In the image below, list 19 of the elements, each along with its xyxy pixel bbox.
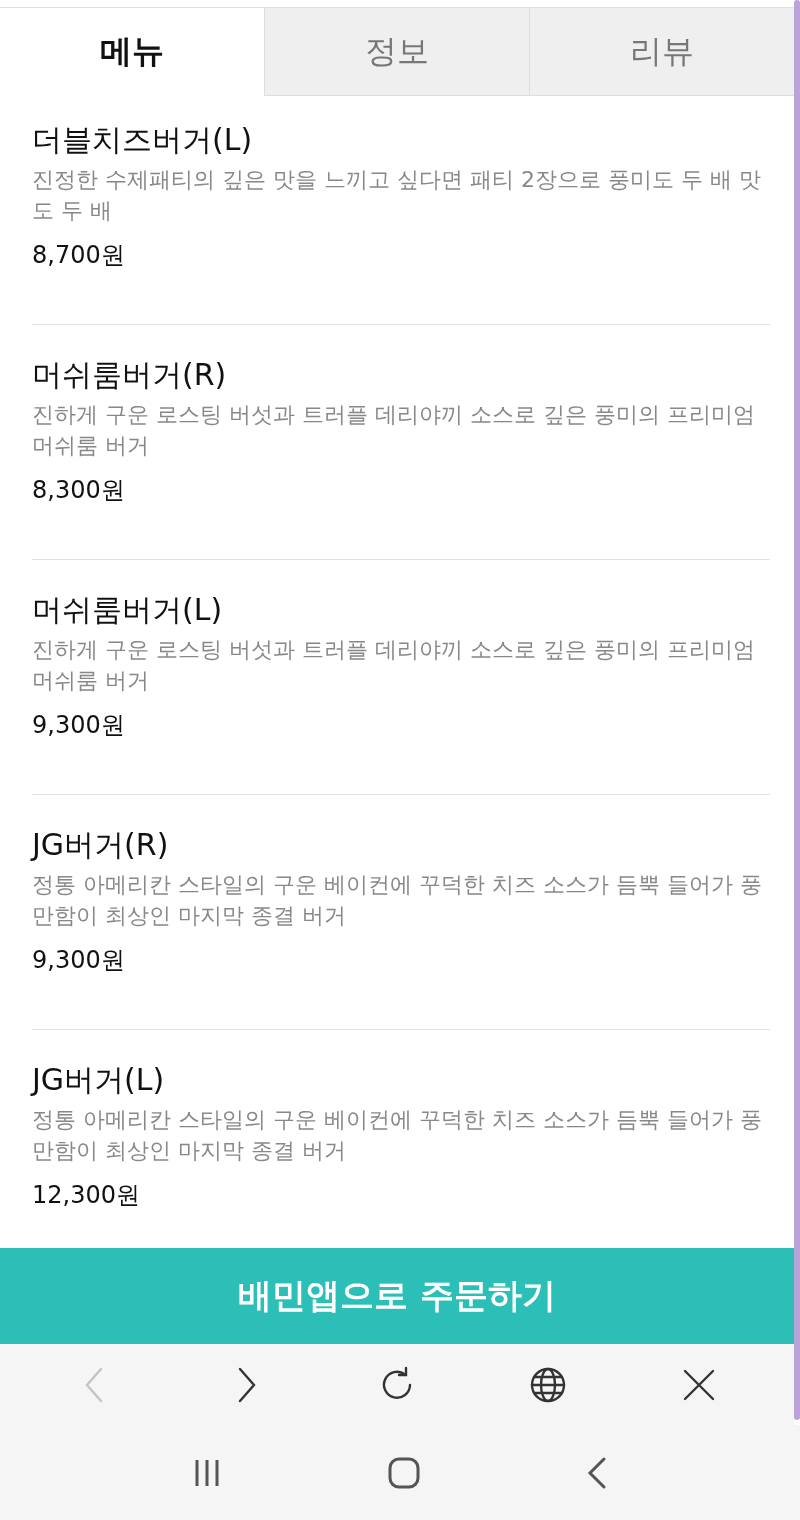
menu-item-description: 정통 아메리칸 스타일의 구운 베이컨에 꾸덕한 치즈 소스가 듬뿍 들어가 풍만함이 최상인 마지막 종결 버거	[32, 871, 763, 930]
back-icon[interactable]	[585, 1455, 608, 1490]
menu-item-price: 8,300원	[32, 475, 126, 506]
menu-item-description: 정통 아메리칸 스타일의 구운 베이컨에 꾸덕한 치즈 소스가 듬뿍 들어가 풍만함이 최상인 마지막 종결 버거	[32, 1106, 763, 1165]
menu-item-description: 진정한 수제패티의 깊은 맛을 느끼고 싶다면 패티 2장으로 풍미도 두 배 맛도 두 배	[32, 166, 762, 225]
menu-item-name[interactable]: 머쉬룸버거(R)	[32, 355, 770, 395]
menu-item-name[interactable]: JG버거(R)	[32, 825, 770, 865]
menu-item-name[interactable]: 더블치즈버거(L)	[32, 120, 770, 160]
menu-item-price: 9,300원	[32, 945, 126, 976]
menu-item-price: 9,300원	[32, 710, 126, 741]
menu-item-description: 진하게 구운 로스팅 버섯과 트러플 데리야끼 소스로 깊은 풍미의 프리미엄 머쉬룸 버거	[32, 401, 756, 460]
tab[interactable]: 정보	[264, 8, 529, 96]
menu-item-name[interactable]: JG버거(L)	[32, 1060, 770, 1100]
menu-item-price: 8,700원	[32, 240, 126, 271]
menu-item-price: 12,300원	[32, 1180, 141, 1211]
home-icon[interactable]	[387, 1455, 421, 1490]
tab[interactable]: 리뷰	[529, 8, 794, 96]
menu-item-name[interactable]: 머쉬룸버거(L)	[32, 590, 770, 630]
menu-item-description: 진하게 구운 로스팅 버섯과 트러플 데리야끼 소스로 깊은 풍미의 프리미엄 머쉬룸 버거	[32, 636, 756, 695]
